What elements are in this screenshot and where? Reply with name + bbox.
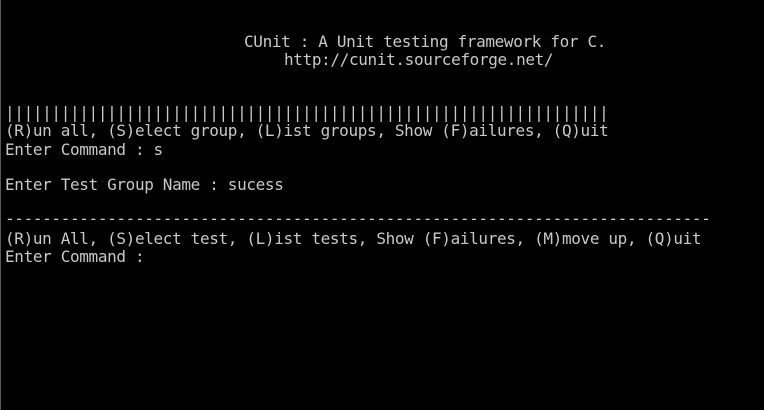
group-menu-options: (R)un All, (S)elect test, (L)ist tests, … bbox=[5, 229, 702, 248]
header-url: http://cunit.sourceforge.net/ bbox=[284, 50, 554, 69]
separator-bars: ||||||||||||||||||||||||||||||||||||||||… bbox=[5, 103, 609, 122]
header-title: CUnit : A Unit testing framework for C. bbox=[244, 32, 607, 51]
separator-dashes: ----------------------------------------… bbox=[5, 209, 711, 228]
main-menu-options: (R)un all, (S)elect group, (L)ist groups… bbox=[5, 121, 609, 140]
command-prompt-1: Enter Command : s bbox=[5, 140, 163, 159]
group-name-prompt: Enter Test Group Name : sucess bbox=[5, 175, 284, 194]
console-window[interactable]: CUnit : A Unit testing framework for C. … bbox=[0, 0, 764, 410]
command-input-prompt[interactable]: Enter Command : bbox=[5, 248, 154, 266]
